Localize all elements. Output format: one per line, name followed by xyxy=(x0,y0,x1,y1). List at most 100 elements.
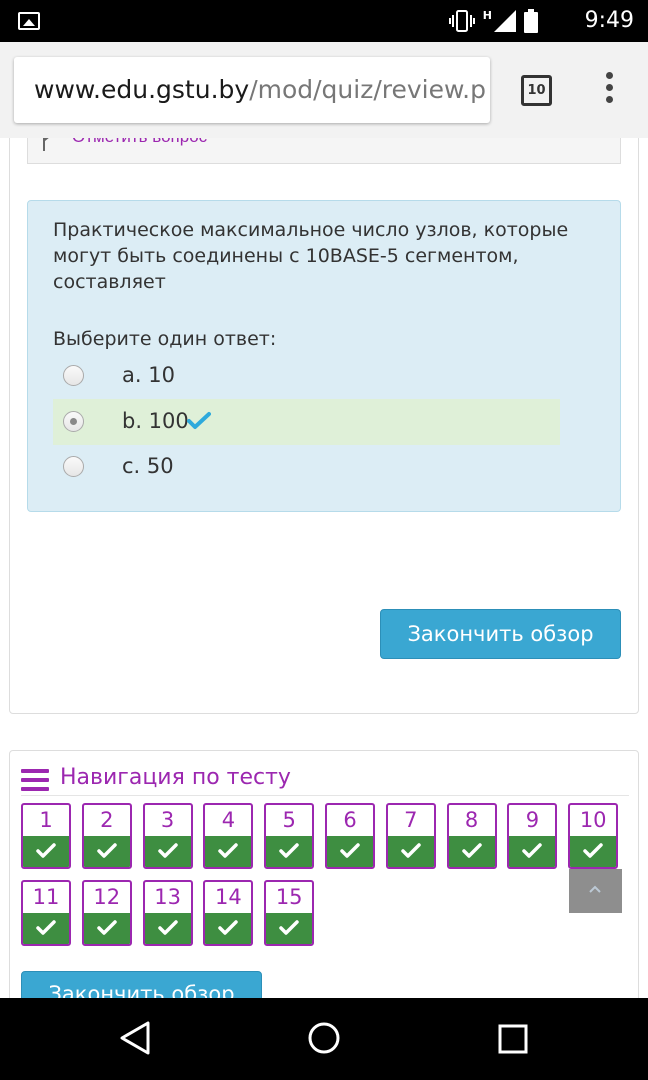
question-number: 3 xyxy=(160,808,175,832)
clock: 9:49 xyxy=(584,8,634,33)
check-icon xyxy=(461,843,482,858)
check-icon xyxy=(279,843,299,858)
overflow-menu-icon[interactable] xyxy=(600,72,618,112)
question-number: 8 xyxy=(464,808,479,832)
question-nav-button[interactable]: 2 xyxy=(81,803,132,869)
url-host: www.edu.gstu.by xyxy=(34,75,250,104)
question-nav-button[interactable]: 10 xyxy=(568,803,619,869)
correct-status xyxy=(23,913,69,944)
question-nav-button[interactable]: 13 xyxy=(142,880,193,946)
check-icon xyxy=(583,843,603,858)
question-nav-button[interactable]: 5 xyxy=(264,803,315,869)
check-icon xyxy=(97,920,117,935)
network-type: H xyxy=(482,8,492,22)
status-icons: H xyxy=(448,8,538,34)
tab-switcher-button[interactable]: 10 xyxy=(521,75,552,106)
menu-icon xyxy=(21,769,49,791)
correct-status xyxy=(327,836,373,867)
question-nav-button[interactable]: 7 xyxy=(385,803,436,869)
radio-button[interactable] xyxy=(63,365,84,386)
check-icon xyxy=(36,843,56,858)
question-number: 1 xyxy=(39,808,53,832)
correct-status xyxy=(205,836,252,867)
url-bar[interactable]: www.edu.gstu.by/mod/quiz/review.p xyxy=(14,57,490,123)
check-icon xyxy=(218,843,239,858)
check-icon xyxy=(157,843,178,858)
answer-option-a[interactable]: a. 10 xyxy=(53,353,560,399)
question-nav-button[interactable]: 9 xyxy=(507,803,558,869)
check-icon xyxy=(340,843,360,858)
question-nav-button[interactable]: 14 xyxy=(203,880,254,946)
question-number: 9 xyxy=(525,808,540,832)
question-number: 10 xyxy=(579,808,607,832)
finish-review-button-bottom[interactable]: Закончить обзор xyxy=(21,971,262,998)
chevron-up-icon xyxy=(589,885,601,893)
radio-button-selected[interactable] xyxy=(63,411,84,432)
question-number: 4 xyxy=(221,808,236,832)
radio-button[interactable] xyxy=(63,456,84,477)
check-icon xyxy=(279,920,299,935)
check-icon xyxy=(157,920,178,935)
question-number: 5 xyxy=(282,808,296,832)
system-nav-bar xyxy=(0,998,648,1080)
finish-review-button[interactable]: Закончить обзор xyxy=(380,609,621,659)
correct-status xyxy=(570,836,617,867)
correct-status xyxy=(266,836,313,867)
answer-prompt: Выберите один ответ: xyxy=(53,328,277,350)
check-icon xyxy=(97,843,117,858)
question-number: 11 xyxy=(32,885,60,909)
check-icon xyxy=(522,843,543,858)
page-content: Отметить вопрос Практическое максимально… xyxy=(0,138,648,998)
answer-label: a. 10 xyxy=(122,363,175,387)
quiz-navigation-title: Навигация по тесту xyxy=(60,765,291,790)
check-icon xyxy=(401,843,421,858)
signal-icon xyxy=(494,10,516,32)
gallery-icon xyxy=(18,12,40,30)
correct-status xyxy=(387,836,434,867)
correct-status xyxy=(83,836,130,867)
answer-option-b[interactable]: b. 100 xyxy=(53,399,560,445)
answer-label-wrap: b. 100 xyxy=(122,409,211,433)
question-nav-button[interactable]: 12 xyxy=(81,880,132,946)
back-icon[interactable] xyxy=(118,1020,152,1056)
question-number: 7 xyxy=(404,808,418,832)
question-number: 15 xyxy=(275,885,303,909)
url-path: /mod/quiz/review.p xyxy=(249,75,486,104)
quiz-navigation-block: Навигация по тесту 1 2 3 4 5 6 7 8 9 10 11 12 13 14 15… xyxy=(9,750,639,998)
status-bar: H 9:49 xyxy=(0,0,648,42)
question-number: 14 xyxy=(215,885,242,909)
question-number: 2 xyxy=(100,808,114,832)
battery-icon xyxy=(524,9,538,33)
answer-label: b. 100 xyxy=(122,409,189,433)
question-info-bar: Отметить вопрос xyxy=(27,138,621,164)
question-text: Практическое максимальное число узлов, к… xyxy=(53,219,569,293)
question-number: 12 xyxy=(93,885,121,909)
flag-icon xyxy=(43,138,49,151)
correct-check-icon xyxy=(186,412,211,429)
question-nav-button[interactable]: 6 xyxy=(325,803,375,869)
question-nav-button[interactable]: 15 xyxy=(264,880,315,946)
correct-status xyxy=(205,913,252,944)
scroll-to-top-button[interactable] xyxy=(569,869,622,913)
check-icon xyxy=(218,920,239,935)
question-nav-button[interactable]: 8 xyxy=(446,803,497,869)
answer-label: c. 50 xyxy=(122,454,174,478)
check-icon xyxy=(36,920,56,935)
correct-status xyxy=(83,913,130,944)
question-nav-button[interactable]: 11 xyxy=(21,880,71,946)
home-icon[interactable] xyxy=(306,1020,342,1056)
question-nav-button[interactable]: 1 xyxy=(21,803,71,869)
correct-status xyxy=(144,913,191,944)
correct-status xyxy=(266,913,313,944)
divider xyxy=(21,795,629,796)
answer-option-c[interactable]: c. 50 xyxy=(53,444,560,490)
question-number: 13 xyxy=(154,885,181,909)
question-nav-button[interactable]: 4 xyxy=(203,803,254,869)
correct-status xyxy=(144,836,191,867)
flag-question-link[interactable]: Отметить вопрос xyxy=(72,138,207,147)
recents-icon[interactable] xyxy=(497,1020,529,1056)
vibrate-icon xyxy=(448,10,475,32)
question-nav-button[interactable]: 3 xyxy=(142,803,193,869)
question-box: Практическое максимальное число узлов, к… xyxy=(27,200,621,512)
correct-status xyxy=(448,836,495,867)
